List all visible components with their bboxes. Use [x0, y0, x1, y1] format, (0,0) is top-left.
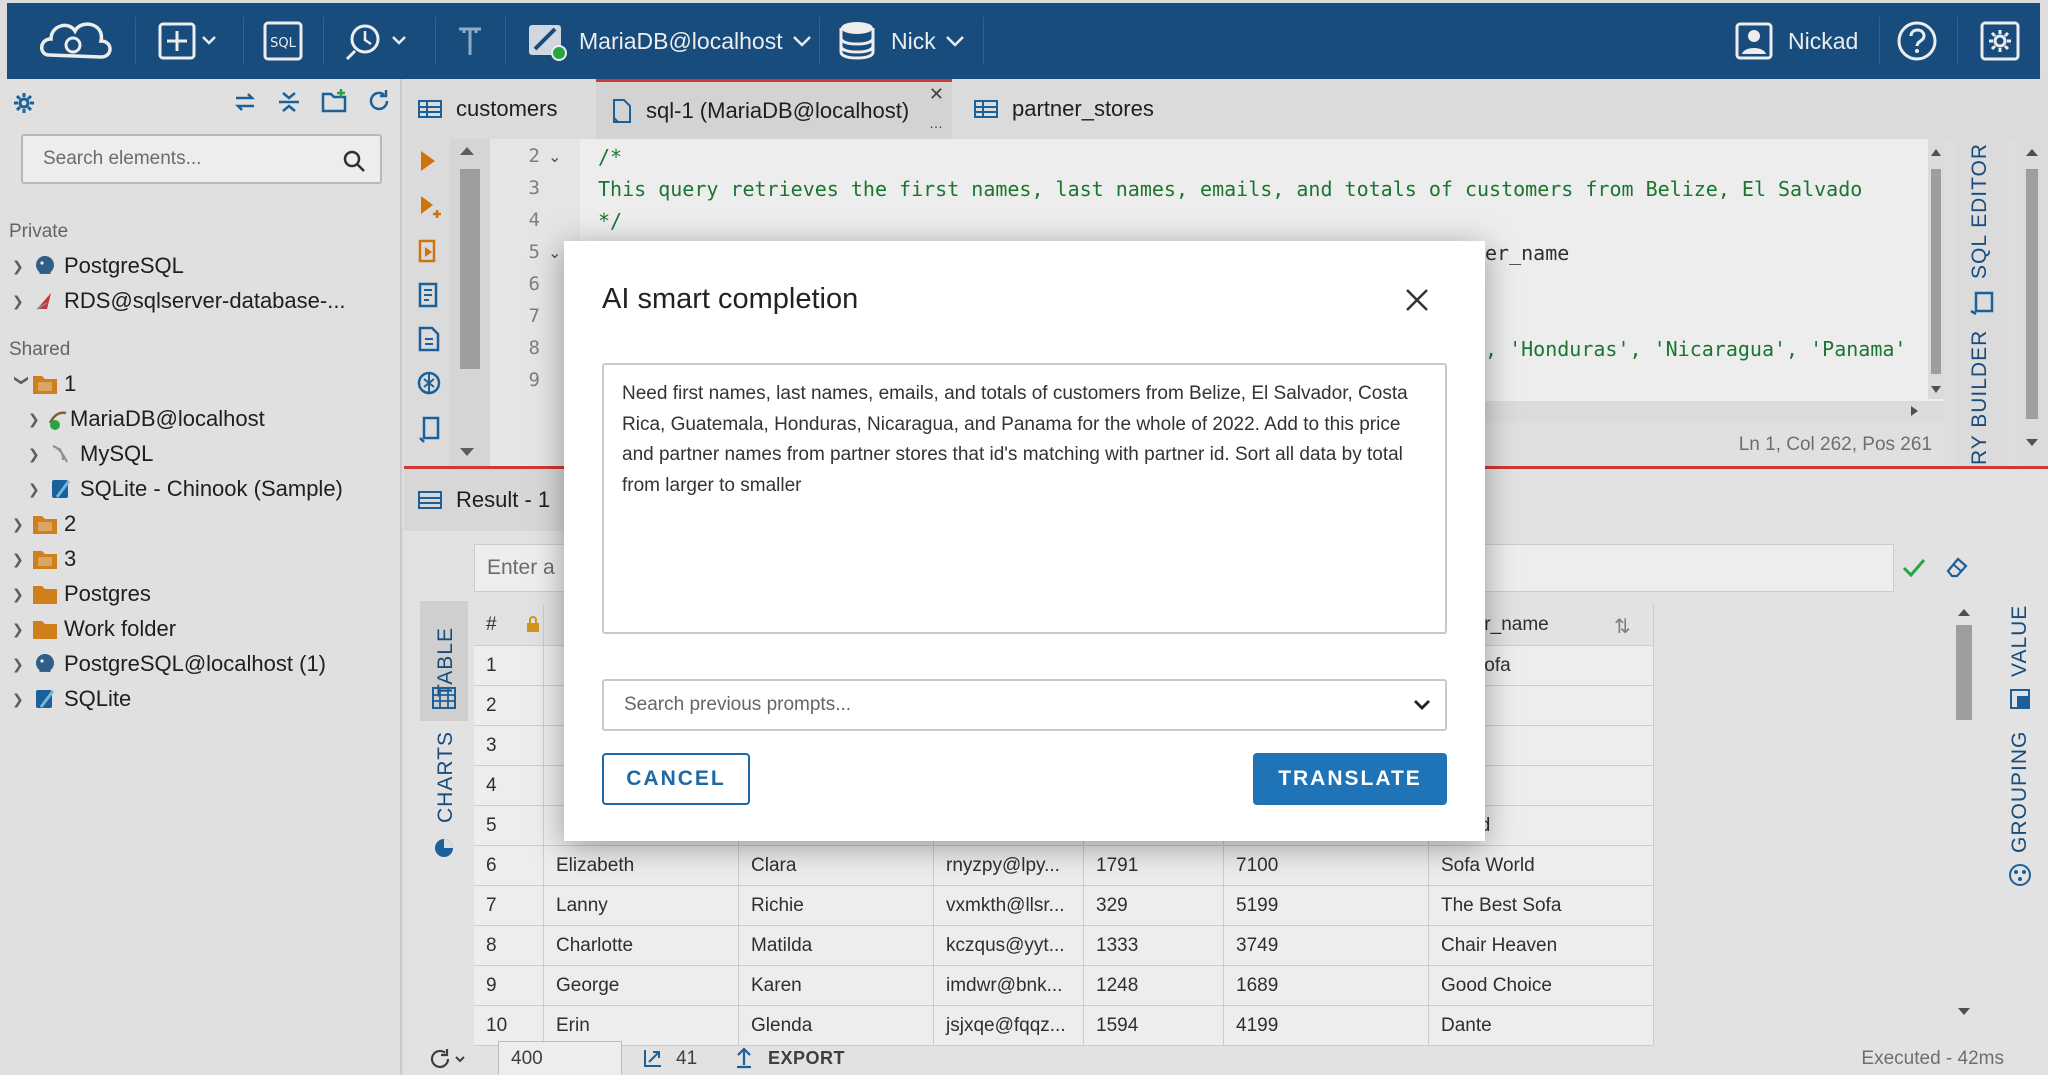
translate-button[interactable]: TRANSLATE — [1253, 753, 1447, 805]
dialog-title: AI smart completion — [602, 283, 859, 315]
close-icon[interactable] — [1404, 287, 1430, 313]
ai-completion-dialog: AI smart completion Need first names, la… — [564, 241, 1485, 841]
cancel-button[interactable]: CANCEL — [602, 753, 750, 805]
previous-prompts-select[interactable]: Search previous prompts... — [602, 679, 1447, 731]
chevron-down-icon — [1414, 700, 1430, 710]
prompt-textarea[interactable]: Need first names, last names, emails, an… — [602, 363, 1447, 634]
select-placeholder: Search previous prompts... — [624, 694, 852, 715]
